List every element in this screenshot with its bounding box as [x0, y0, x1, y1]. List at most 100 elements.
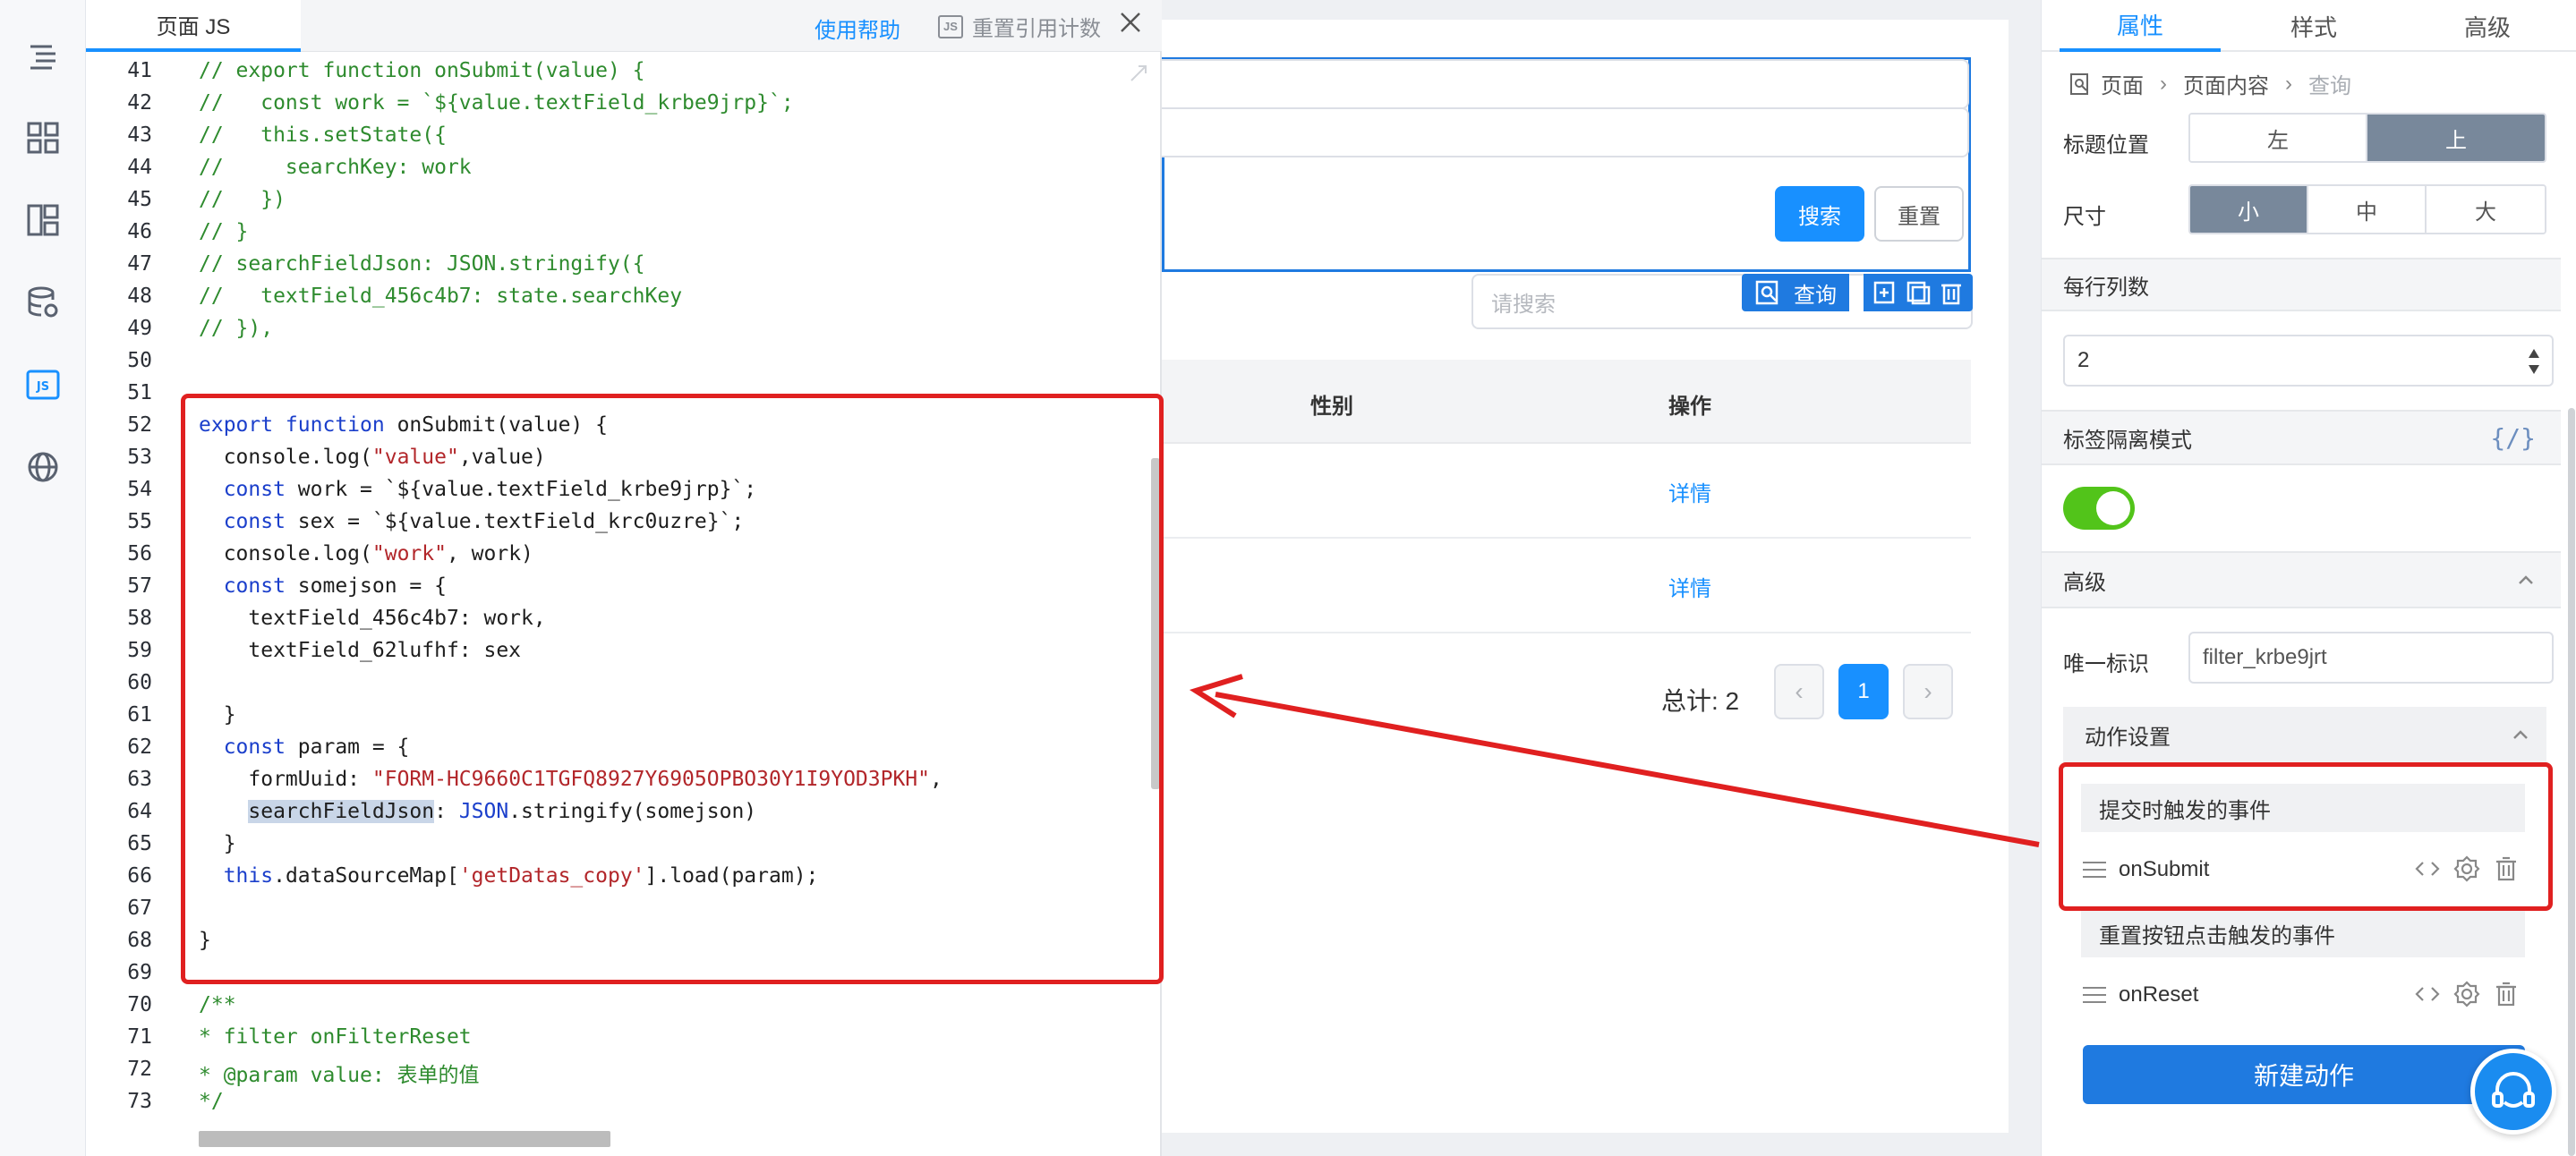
code-line: // }), — [199, 317, 274, 340]
line-number: 58 — [127, 607, 152, 630]
app-root: JS 搜索 重置 请搜索 查询 性别 操作 详情 详情 总计: 2 ‹ 1 › … — [0, 0, 2576, 1156]
size-segment: 小 中 大 — [2188, 184, 2546, 234]
help-link[interactable]: 使用帮助 — [815, 13, 900, 44]
search-button[interactable]: 搜索 — [1775, 186, 1864, 242]
insert-icon[interactable] — [1872, 279, 1898, 306]
js-icon[interactable]: JS — [23, 365, 63, 404]
page-next-button[interactable]: › — [1903, 664, 1953, 719]
filter-field-2[interactable] — [1162, 107, 1969, 157]
tag-mode-label: 标签隔离模式 — [2063, 428, 2192, 453]
advanced-section[interactable]: 高级 — [2042, 551, 2561, 608]
unique-id-input[interactable]: filter_krbe9jrt — [2188, 632, 2554, 684]
table-row: 详情 — [1162, 444, 1971, 539]
editor-horizontal-scrollbar[interactable] — [199, 1131, 610, 1147]
expand-icon[interactable] — [1128, 63, 1149, 84]
line-number: 57 — [127, 574, 152, 598]
line-number: 67 — [127, 897, 152, 920]
code-token: "FORM-HC9660C1TGFQ8927Y6905OPBO30Y1I9YOD… — [371, 768, 930, 791]
line-number: 60 — [127, 671, 152, 694]
code-token: const — [199, 478, 286, 501]
tab-advanced[interactable]: 高级 — [2407, 0, 2568, 52]
code-icon[interactable] — [2414, 981, 2441, 1007]
detail-link[interactable]: 详情 — [1668, 476, 1711, 507]
code-token: : — [434, 800, 459, 823]
breadcrumb-page[interactable]: 页面 — [2101, 68, 2144, 99]
submit-handler-name[interactable]: onSubmit — [2119, 857, 2209, 882]
reset-handler-row[interactable]: onReset — [2081, 968, 2529, 1022]
stepper-icon[interactable] — [2527, 344, 2541, 379]
line-number: 68 — [127, 929, 152, 952]
col-gender: 性别 — [1310, 395, 1353, 419]
close-icon[interactable] — [1115, 7, 1146, 38]
code-token: .stringify(somejson) — [508, 800, 757, 823]
breadcrumb: 页面 › 页面内容 › 查询 — [2068, 68, 2351, 99]
action-settings-section[interactable]: 动作设置 — [2063, 707, 2546, 762]
size-small[interactable]: 小 — [2190, 186, 2308, 233]
size-medium[interactable]: 中 — [2308, 186, 2427, 233]
datasource-icon[interactable] — [23, 283, 63, 322]
code-line: // export function onSubmit(value) { — [199, 59, 645, 82]
code-line: const param = { — [199, 735, 410, 759]
line-number: 45 — [127, 188, 152, 211]
code-icon[interactable] — [2414, 855, 2441, 882]
detail-link[interactable]: 详情 — [1668, 571, 1711, 602]
trash-icon[interactable] — [2493, 855, 2520, 882]
page-1-button[interactable]: 1 — [1838, 664, 1889, 719]
reset-ref-count-button[interactable]: JS 重置引用计数 — [938, 11, 1101, 42]
size-large[interactable]: 大 — [2427, 186, 2545, 233]
outline-icon[interactable] — [23, 38, 63, 77]
left-rail: JS — [0, 0, 86, 1156]
submit-handler-row[interactable]: onSubmit — [2081, 843, 2529, 897]
code-line: } — [199, 703, 236, 727]
globe-icon[interactable] — [23, 447, 63, 487]
chevron-up-icon — [2513, 730, 2528, 739]
tag-mode-toggle[interactable] — [2063, 487, 2135, 530]
chevron-right-icon: › — [2285, 71, 2292, 96]
selected-component-name: 查询 — [1794, 283, 1837, 308]
filter-field-1[interactable] — [1162, 59, 1969, 109]
code-line: console.log("value",value) — [199, 446, 546, 469]
drag-handle-icon[interactable] — [2081, 984, 2108, 1006]
line-number: 59 — [127, 639, 152, 662]
code-line: // textField_456c4b7: state.searchKey — [199, 285, 683, 308]
layout-icon[interactable] — [23, 200, 63, 240]
selected-component-tag[interactable]: 查询 — [1742, 274, 1849, 311]
per-row-input[interactable]: 2 — [2063, 335, 2554, 387]
line-number: 51 — [127, 381, 152, 404]
reset-button[interactable]: 重置 — [1874, 186, 1964, 242]
panel-tabs: 属性 样式 高级 — [2042, 0, 2576, 52]
components-icon[interactable] — [23, 118, 63, 157]
tag-mode-section: 标签隔离模式 {/} — [2042, 410, 2561, 465]
line-number: 41 — [127, 59, 152, 82]
line-number: 69 — [127, 961, 152, 984]
variable-binding-icon[interactable]: {/} — [2490, 423, 2536, 453]
tab-page-js[interactable]: 页面 JS — [86, 0, 301, 52]
chevron-right-icon: › — [2160, 71, 2167, 96]
tab-style[interactable]: 样式 — [2233, 0, 2394, 52]
gear-icon[interactable] — [2453, 981, 2480, 1007]
editor-vertical-scrollbar[interactable] — [1151, 458, 1160, 789]
label-position-top[interactable]: 上 — [2367, 115, 2545, 161]
new-action-button[interactable]: 新建动作 — [2083, 1045, 2525, 1104]
code-line: textField_62lufhf: sex — [199, 639, 522, 662]
page-prev-button[interactable]: ‹ — [1774, 664, 1824, 719]
breadcrumb-current: 查询 — [2308, 74, 2351, 98]
panel-scrollbar[interactable] — [2568, 408, 2575, 1156]
query-icon — [1755, 280, 1778, 305]
line-number: 65 — [127, 832, 152, 855]
help-assistant-button[interactable] — [2470, 1049, 2556, 1135]
code-line: // }) — [199, 188, 286, 211]
table-row: 详情 — [1162, 539, 1971, 633]
reset-handler-name[interactable]: onReset — [2119, 982, 2198, 1007]
code-token: console.log( — [199, 446, 372, 469]
trash-icon[interactable] — [2493, 981, 2520, 1007]
drag-handle-icon[interactable] — [2081, 859, 2108, 880]
label-position-left[interactable]: 左 — [2190, 115, 2367, 161]
code-token-highlighted: searchFieldJson — [248, 800, 435, 823]
delete-icon[interactable] — [1938, 279, 1965, 306]
breadcrumb-page-content[interactable]: 页面内容 — [2183, 68, 2269, 99]
gear-icon[interactable] — [2453, 855, 2480, 882]
line-number: 62 — [127, 735, 152, 759]
copy-icon[interactable] — [1905, 279, 1932, 306]
tab-properties[interactable]: 属性 — [2060, 0, 2221, 52]
